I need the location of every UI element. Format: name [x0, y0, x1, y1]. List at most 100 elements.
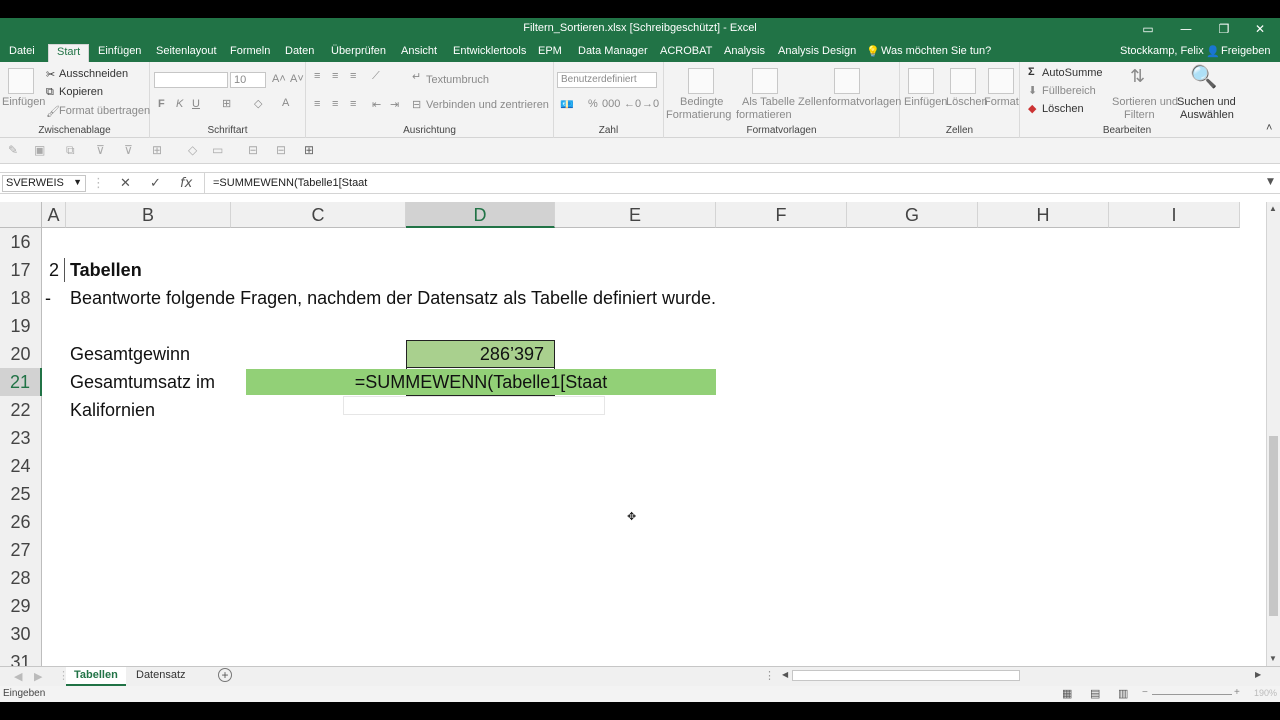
minimize-button[interactable]: — [1166, 20, 1206, 40]
align-right-icon[interactable]: ≡ [350, 98, 356, 110]
font-size-input[interactable]: 10 [230, 72, 266, 88]
add-sheet-icon[interactable]: + [218, 668, 232, 682]
tab-formeln[interactable]: Formeln [230, 45, 270, 57]
row-header-28[interactable]: 28 [0, 564, 42, 592]
font-color-icon[interactable]: A [282, 97, 289, 109]
sheet-tab-datensatz[interactable]: Datensatz [128, 667, 194, 686]
tab-analysis[interactable]: Analysis [724, 45, 765, 57]
col-header-e[interactable]: E [555, 202, 716, 228]
percent-button[interactable]: % [588, 98, 598, 110]
cell-edit-d21[interactable]: =SUMMEWENN(Tabelle1[Staat [246, 369, 716, 395]
tool-freeze-icon[interactable]: ⊟ [248, 143, 258, 157]
zoom-out-button[interactable]: − [1142, 687, 1148, 698]
currency-icon[interactable]: 💶 [560, 98, 574, 111]
vertical-scroll-thumb[interactable] [1269, 436, 1278, 616]
scroll-left-icon[interactable]: ◀ [782, 670, 788, 679]
format-cells-button[interactable]: Format [984, 96, 1019, 108]
align-left-icon[interactable]: ≡ [314, 98, 320, 110]
align-bottom-icon[interactable]: ≡ [350, 70, 356, 82]
tool-print-icon[interactable]: ▣ [34, 143, 45, 157]
row-header-20[interactable]: 20 [0, 340, 42, 368]
row-header-23[interactable]: 23 [0, 424, 42, 452]
zoom-level[interactable]: 190% [1254, 688, 1277, 698]
col-header-d[interactable]: D [406, 202, 555, 228]
formula-input[interactable]: =SUMMEWENN(Tabelle1[Staat [204, 173, 1266, 193]
thousands-button[interactable]: 000 [602, 98, 620, 110]
col-header-b[interactable]: B [66, 202, 231, 228]
italic-button[interactable]: K [176, 98, 183, 110]
tool-filter-clear-icon[interactable]: ⊽ [124, 143, 133, 157]
vertical-scrollbar[interactable]: ▲ ▼ [1266, 202, 1280, 666]
page-layout-view-icon[interactable]: ▤ [1090, 687, 1100, 700]
tab-ansicht[interactable]: Ansicht [401, 45, 437, 57]
page-break-view-icon[interactable]: ▥ [1118, 687, 1128, 700]
tab-epm[interactable]: EPM [538, 45, 562, 57]
row-header-18[interactable]: 18 [0, 284, 42, 312]
tab-seitenlayout[interactable]: Seitenlayout [156, 45, 217, 57]
sheet-prev-icon[interactable]: ◀ [14, 670, 22, 683]
fill-color-icon[interactable]: ◇ [254, 97, 262, 110]
close-button[interactable]: ✕ [1240, 20, 1280, 40]
zoom-slider[interactable] [1152, 694, 1232, 695]
col-header-i[interactable]: I [1109, 202, 1240, 228]
conditional-formatting-label-2[interactable]: Formatierung [666, 109, 731, 121]
cell-a18[interactable]: - [45, 288, 51, 309]
select-all-corner[interactable] [0, 202, 42, 228]
cancel-icon[interactable]: ✕ [120, 176, 131, 191]
cell-styles-button[interactable]: Zellenformatvorlagen [798, 96, 901, 108]
zoom-in-button[interactable]: + [1234, 687, 1240, 698]
align-middle-icon[interactable]: ≡ [332, 70, 338, 82]
grow-font-button[interactable]: A˄ [272, 73, 286, 85]
col-header-h[interactable]: H [978, 202, 1109, 228]
row-header-25[interactable]: 25 [0, 480, 42, 508]
tab-ueberpruefen[interactable]: Überprüfen [331, 45, 386, 57]
underline-button[interactable]: U [192, 98, 200, 110]
row-header-24[interactable]: 24 [0, 452, 42, 480]
insert-function-icon[interactable]: fx [180, 176, 192, 191]
delete-cells-button[interactable]: Löschen [946, 96, 988, 108]
insert-cells-button[interactable]: Einfügen [904, 96, 947, 108]
tool-copy-icon[interactable]: ⧉ [66, 143, 75, 158]
section-title[interactable]: Tabellen [70, 260, 142, 281]
scroll-down-icon[interactable]: ▼ [1269, 654, 1277, 663]
tab-daten[interactable]: Daten [285, 45, 314, 57]
tab-entwicklertools[interactable]: Entwicklertools [453, 45, 526, 57]
tool-grid-icon[interactable]: ⊞ [304, 143, 314, 157]
merge-center-button[interactable]: Verbinden und zentrieren [426, 99, 549, 111]
align-top-icon[interactable]: ≡ [314, 70, 320, 82]
col-header-g[interactable]: G [847, 202, 978, 228]
row-header-21[interactable]: 21 [0, 368, 42, 396]
bold-button[interactable]: F [158, 98, 165, 110]
sheet-next-icon[interactable]: ▶ [34, 670, 42, 683]
decrease-indent-icon[interactable]: ⇤ [372, 98, 381, 111]
tool-format-icon[interactable]: ▭ [212, 143, 223, 157]
scroll-right-icon[interactable]: ▶ [1255, 670, 1261, 679]
maximize-button[interactable]: ❐ [1204, 20, 1244, 40]
find-select-label-1[interactable]: Suchen und [1177, 96, 1236, 108]
enter-icon[interactable]: ✓ [150, 176, 161, 191]
font-name-input[interactable] [154, 72, 228, 88]
format-painter-button[interactable]: Format übertragen [59, 105, 150, 117]
align-center-icon[interactable]: ≡ [332, 98, 338, 110]
tab-analysis-design[interactable]: Analysis Design [778, 45, 856, 57]
increase-decimal-icon[interactable]: ←0 [624, 98, 641, 110]
format-as-table-label-1[interactable]: Als Tabelle [742, 96, 795, 108]
tool-table-icon[interactable]: ⊞ [152, 143, 162, 157]
cell-b22[interactable]: Kalifornien [70, 400, 155, 421]
user-name[interactable]: Stockkamp, Felix [1120, 45, 1204, 57]
shrink-font-button[interactable]: A˅ [290, 73, 304, 85]
name-box[interactable]: SVERWEIS ▼ [2, 175, 86, 192]
row-header-22[interactable]: 22 [0, 396, 42, 424]
row-header-19[interactable]: 19 [0, 312, 42, 340]
row-header-31[interactable]: 31 [0, 648, 42, 666]
tab-data-manager[interactable]: Data Manager [578, 45, 648, 57]
autosum-button[interactable]: AutoSumme [1042, 67, 1103, 79]
cell-a17[interactable]: 2 [49, 260, 59, 281]
format-as-table-label-2[interactable]: formatieren [736, 109, 792, 121]
row-header-26[interactable]: 26 [0, 508, 42, 536]
normal-view-icon[interactable]: ▦ [1062, 687, 1072, 700]
tell-me-search[interactable]: Was möchten Sie tun? [881, 45, 991, 57]
name-box-dropdown-icon[interactable]: ▼ [73, 177, 82, 187]
row-header-16[interactable]: 16 [0, 228, 42, 256]
share-button[interactable]: Freigeben [1221, 45, 1271, 57]
